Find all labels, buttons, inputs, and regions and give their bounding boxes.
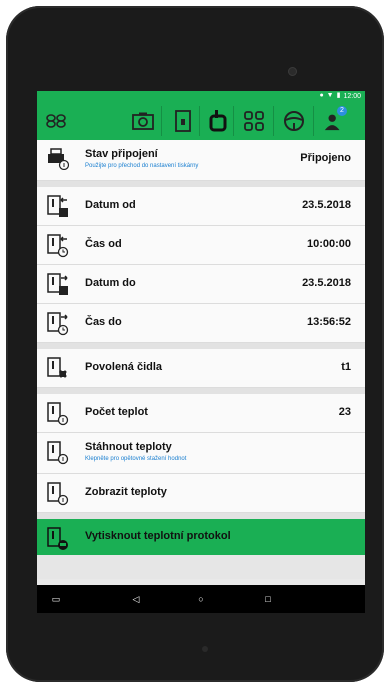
sensors-value: t1 [341, 361, 351, 373]
date-to-value: 23.5.2018 [302, 277, 351, 289]
list-item-time-from[interactable]: Čas od 10:00:00 [37, 226, 365, 265]
list-item-title: Datum od [85, 199, 136, 211]
recents-button[interactable]: □ [261, 592, 275, 606]
driver-badge: 2 [337, 106, 347, 116]
list-item-subtitle: Použijte pro přechod do nastavení tiskár… [85, 163, 199, 169]
date-from-value: 23.5.2018 [302, 199, 351, 211]
time-from-value: 10:00:00 [306, 238, 351, 250]
camera-icon[interactable] [132, 110, 154, 132]
list-item-show[interactable]: Zobrazit teploty [37, 474, 365, 513]
list-item-title: Vytisknout teplotní protokol [85, 530, 231, 542]
android-nav-bar: ▭ ◁ ○ □ [37, 585, 365, 613]
list-item-subtitle: Klepněte pro opětovné stažení hodnot [85, 456, 187, 462]
driver-icon[interactable]: 2 [323, 106, 347, 132]
steering-wheel-icon[interactable] [283, 110, 305, 132]
list-item-time-to[interactable]: Čas do 13:56:52 [37, 304, 365, 343]
toolbar-separator [199, 106, 200, 136]
device-icon[interactable] [207, 110, 229, 132]
list-item-title: Stav připojení [85, 148, 158, 160]
list-item-date-from[interactable]: Datum od 23.5.2018 [37, 187, 365, 226]
toolbar: 2 [37, 101, 365, 140]
calendar-in-icon [47, 195, 68, 217]
list-item-title: Zobrazit teploty [85, 486, 167, 498]
front-camera [288, 67, 297, 76]
list-item-connection[interactable]: Stav připojení Použijte pro přechod do n… [37, 140, 365, 181]
back-button[interactable]: ◁ [129, 592, 143, 606]
count-value: 23 [338, 406, 351, 418]
app-screen: ● ▼ ▮ 12:00 2 Stav připojení Použijte pr… [37, 91, 365, 613]
toolbar-separator [313, 106, 314, 136]
home-button[interactable]: ○ [194, 592, 208, 606]
list-item-title: Povolená čidla [85, 361, 163, 373]
list-item-title: Čas do [85, 316, 122, 328]
clock-in-icon [47, 234, 69, 258]
printer-icon [47, 148, 70, 171]
time-to-value: 13:56:52 [306, 316, 351, 328]
toolbar-separator [273, 106, 274, 136]
sensor-icon [47, 357, 67, 379]
menu-button[interactable]: ▭ [49, 592, 63, 606]
connection-status: Připojeno [300, 152, 351, 164]
list-item-title: Počet teplot [85, 406, 148, 418]
status-bar: ● ▼ ▮ 12:00 [37, 91, 365, 101]
home-icon: ○ [198, 594, 204, 604]
calendar-out-icon [47, 273, 68, 295]
list-item-download[interactable]: Stáhnout teploty Klepněte pro opětovné s… [37, 433, 365, 474]
toolbar-separator [233, 106, 234, 136]
clock-out-icon [47, 312, 69, 336]
location-icon: ● [319, 92, 324, 99]
list-item-title: Stáhnout teploty [85, 441, 172, 453]
list-item-date-to[interactable]: Datum do 23.5.2018 [37, 265, 365, 304]
thermometer-info-icon [47, 402, 69, 426]
clock: 12:00 [343, 92, 361, 100]
menu-icon: ▭ [51, 593, 61, 604]
app-logo-icon[interactable] [45, 110, 67, 132]
battery-icon: ▮ [336, 92, 341, 99]
recents-icon: □ [265, 594, 271, 604]
home-sensor [202, 646, 208, 652]
document-icon[interactable] [172, 110, 194, 132]
thermometer-print-icon [47, 527, 68, 550]
list-item-count[interactable]: Počet teplot 23 [37, 394, 365, 433]
list-item-title: Čas od [85, 238, 122, 250]
empty-area [37, 555, 365, 579]
qr-code-icon[interactable] [243, 110, 265, 132]
settings-list: Stav připojení Použijte pro přechod do n… [37, 140, 365, 579]
print-protocol-button[interactable]: Vytisknout teplotní protokol [37, 519, 365, 555]
thermometer-view-icon [47, 482, 69, 506]
back-icon: ◁ [132, 593, 140, 604]
list-item-sensors[interactable]: Povolená čidla t1 [37, 349, 365, 388]
wifi-icon: ▼ [326, 92, 334, 99]
thermometer-download-icon [47, 441, 69, 465]
toolbar-separator [161, 106, 162, 136]
list-item-title: Datum do [85, 277, 136, 289]
